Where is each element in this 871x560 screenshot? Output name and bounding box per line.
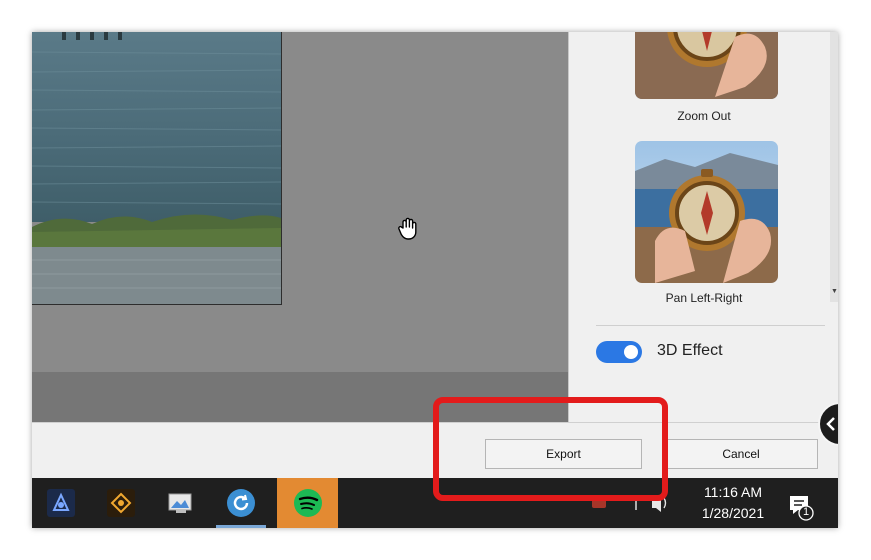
effect-label-zoom-out: Zoom Out	[677, 109, 731, 123]
taskbar-app-sync[interactable]	[212, 478, 270, 528]
spotify-icon	[293, 489, 322, 517]
effects-scrollbar[interactable]	[830, 32, 838, 302]
sync-icon	[227, 489, 255, 517]
hand-cursor-icon	[396, 216, 422, 242]
taskbar-app-premiere-elements[interactable]	[32, 478, 90, 528]
video-editor-window: Zoom Out Pan Left-Right ▼ 3D Effect Expo…	[32, 32, 838, 528]
chevron-left-icon	[826, 417, 835, 431]
premiere-elements-icon	[47, 489, 75, 517]
3d-effect-toggle[interactable]	[596, 341, 642, 363]
clock-time: 11:16 AM	[703, 484, 763, 500]
effects-panel: Zoom Out Pan Left-Right ▼ 3D Effect	[568, 32, 838, 422]
export-highlight-annotation	[433, 397, 668, 501]
video-frame[interactable]	[32, 32, 282, 305]
taskbar-app-spotify[interactable]	[277, 478, 338, 528]
3d-effect-label: 3D Effect	[657, 342, 723, 359]
notification-count: 1	[802, 506, 810, 518]
preview-canvas[interactable]	[32, 32, 568, 422]
taskbar-app-photoshop-elements[interactable]	[92, 478, 150, 528]
taskbar-clock[interactable]: 11:16 AM 1/28/2021	[678, 482, 788, 524]
taskbar-app-photo-viewer[interactable]	[152, 478, 210, 528]
effect-thumbnail-pan-left-right[interactable]	[635, 141, 778, 283]
divider	[596, 325, 825, 326]
clock-date: 1/28/2021	[701, 505, 765, 521]
effect-label-pan-left-right: Pan Left-Right	[665, 291, 743, 305]
toggle-knob	[624, 345, 638, 359]
effect-thumbnail-zoom-out[interactable]	[635, 32, 778, 99]
collapse-panel-button[interactable]	[818, 402, 838, 446]
scroll-down-arrow-icon[interactable]: ▼	[831, 288, 838, 295]
cancel-button[interactable]: Cancel	[664, 439, 818, 469]
photoshop-elements-icon	[107, 489, 135, 517]
action-center-button[interactable]: 1	[784, 488, 818, 522]
photo-viewer-icon	[168, 493, 192, 513]
